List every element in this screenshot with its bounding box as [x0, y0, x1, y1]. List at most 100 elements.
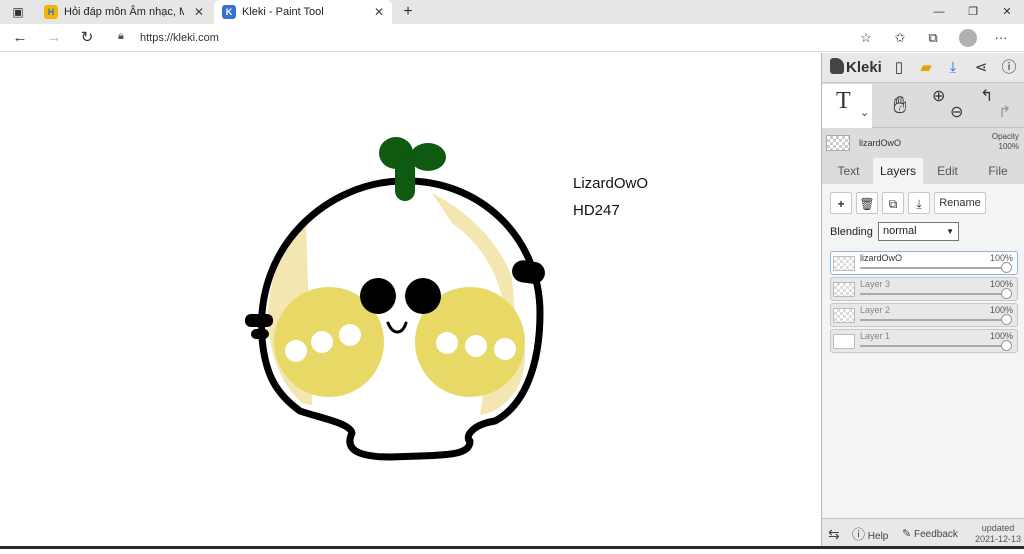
- layer-opacity-slider[interactable]: [860, 267, 1010, 269]
- layer-opacity-handle[interactable]: [1001, 288, 1012, 299]
- kleki-logo[interactable]: Kleki: [830, 58, 882, 76]
- duplicate-layer-icon[interactable]: ⧉: [882, 192, 904, 214]
- new-image-icon[interactable]: ▯: [888, 57, 910, 79]
- tab-layers[interactable]: Layers: [873, 158, 923, 184]
- zoom-in-icon[interactable]: ⊕: [932, 86, 945, 106]
- layer-item[interactable]: Layer 1 100%: [830, 329, 1018, 353]
- current-layer-preview: lizardOwO Opacity 100%: [822, 129, 1024, 157]
- updated-date: 2021-12-13: [974, 534, 1021, 544]
- help-circle-icon: ⓘ: [852, 527, 866, 542]
- tab-title: Kleki - Paint Tool: [242, 6, 324, 18]
- blending-value: normal: [883, 225, 917, 237]
- right-eye: [405, 278, 441, 314]
- layer-opacity-slider[interactable]: [860, 345, 1010, 347]
- left-cheek-dot: [311, 331, 333, 353]
- zoom-out-icon[interactable]: ⊖: [950, 102, 963, 122]
- layer-preview-thumbnail: [826, 135, 850, 151]
- tab-close-icon[interactable]: ✕: [194, 0, 204, 24]
- tab-hoi-dap[interactable]: H Hỏi đáp môn Âm nhạc, Mỹ thuật ✕: [36, 0, 212, 24]
- right-cheek-dot: [436, 332, 458, 354]
- maximize-button[interactable]: ❐: [956, 0, 990, 24]
- tool-dropdown-icon[interactable]: ⌄: [860, 106, 869, 119]
- tool-row: T ⌄ ✋︎ ⊕ ⊖ ↰ ↱: [822, 84, 1024, 128]
- more-icon[interactable]: ···: [990, 27, 1012, 49]
- layer-thumbnail: [833, 308, 855, 323]
- updated-info: updated 2021-12-13: [975, 523, 1021, 545]
- tab-kleki[interactable]: K Kleki - Paint Tool ✕: [214, 0, 392, 24]
- undo-icon[interactable]: ↰: [980, 86, 993, 106]
- merge-layer-icon[interactable]: ⤓: [908, 192, 930, 214]
- chevron-down-icon: ▼: [946, 227, 954, 236]
- left-ear: [245, 314, 273, 327]
- feedback-label: Feedback: [914, 529, 958, 540]
- share-icon[interactable]: ⋖: [970, 57, 992, 79]
- layer-opacity: 100%: [989, 305, 1013, 315]
- blending-label: Blending: [830, 226, 873, 238]
- layer-opacity: 100%: [989, 331, 1013, 341]
- layer-opacity-slider[interactable]: [860, 293, 1010, 295]
- tab-text[interactable]: Text: [826, 158, 871, 184]
- help-label: Help: [867, 531, 889, 542]
- layer-item[interactable]: Layer 2 100%: [830, 303, 1018, 327]
- feedback-icon: ✎: [902, 528, 912, 540]
- open-folder-icon[interactable]: ▰: [915, 57, 937, 79]
- canvas-text-name: LizardOwO: [573, 175, 649, 192]
- save-download-icon[interactable]: ⤓: [942, 57, 964, 79]
- tab-close-icon[interactable]: ✕: [374, 0, 384, 24]
- refresh-button[interactable]: ↻: [76, 27, 98, 49]
- layer-opacity: 100%: [989, 279, 1013, 289]
- sprout-stem: [395, 153, 415, 201]
- hoc247-favicon-icon: H: [44, 5, 58, 19]
- help-icon[interactable]: ⓘ: [998, 57, 1020, 79]
- address-bar-row: ← → ↻ 🔒︎ https://kleki.com ☆ ✩ ⧉ ···: [0, 24, 1024, 52]
- layer-name: Layer 3: [860, 279, 891, 289]
- current-layer-opacity: Opacity 100%: [992, 132, 1019, 152]
- text-tool-button[interactable]: T ⌄: [822, 84, 872, 128]
- profile-icon[interactable]: [959, 29, 977, 47]
- favorites-add-icon[interactable]: ☆: [855, 27, 877, 49]
- forward-button[interactable]: →: [43, 27, 65, 49]
- zoom-buttons: ⊕ ⊖: [926, 84, 966, 128]
- layer-item[interactable]: lizardOwO 100%: [830, 251, 1018, 275]
- new-tab-button[interactable]: +: [398, 0, 418, 24]
- left-cheek-dot: [285, 340, 307, 362]
- redo-icon[interactable]: ↱: [998, 102, 1011, 122]
- kleki-favicon-icon: K: [222, 5, 236, 19]
- current-layer-name: lizardOwO: [859, 138, 902, 148]
- back-button[interactable]: ←: [9, 27, 31, 49]
- minimize-button[interactable]: —: [922, 0, 956, 24]
- favorites-icon[interactable]: ✩: [889, 27, 911, 49]
- tab-edit[interactable]: Edit: [925, 158, 970, 184]
- tab-title: Hỏi đáp môn Âm nhạc, Mỹ thuật: [64, 6, 184, 18]
- layer-thumbnail: [833, 334, 855, 349]
- address-input[interactable]: 🔒︎ https://kleki.com: [110, 27, 880, 49]
- layer-item[interactable]: Layer 3 100%: [830, 277, 1018, 301]
- hand-tool-icon[interactable]: ✋︎: [880, 84, 920, 128]
- url-text: https://kleki.com: [140, 32, 219, 44]
- layer-opacity: 100%: [989, 253, 1013, 263]
- blending-select[interactable]: normal ▼: [878, 222, 959, 241]
- window-close-button[interactable]: ✕: [990, 0, 1024, 24]
- layer-name: Layer 2: [860, 305, 891, 315]
- sidebar-tabs: Text Layers Edit File: [822, 158, 1024, 184]
- lock-icon: 🔒︎: [118, 30, 124, 42]
- layer-opacity-handle[interactable]: [1001, 262, 1012, 273]
- history-buttons: ↰ ↱: [974, 84, 1020, 128]
- left-eye: [360, 278, 396, 314]
- collections-icon[interactable]: ⧉: [922, 27, 944, 49]
- rename-button[interactable]: Rename: [934, 192, 986, 214]
- layer-opacity-handle[interactable]: [1001, 340, 1012, 351]
- layer-thumbnail: [833, 256, 855, 271]
- right-cheek-dot: [465, 335, 487, 357]
- drawing-canvas[interactable]: LizardOwO HD247: [0, 53, 821, 549]
- opacity-value: 100%: [998, 142, 1019, 151]
- delete-layer-icon[interactable]: 🗑︎: [856, 192, 878, 214]
- tab-actions-icon[interactable]: ▣: [8, 4, 28, 20]
- tab-strip: ▣ H Hỏi đáp môn Âm nhạc, Mỹ thuật ✕ K Kl…: [0, 0, 1024, 24]
- add-layer-button[interactable]: +: [830, 192, 852, 214]
- layer-opacity-slider[interactable]: [860, 319, 1010, 321]
- drawing: [245, 137, 545, 461]
- sidebar-footer: ⇆ ⓘ Help ✎ Feedback updated 2021-12-13: [822, 518, 1024, 549]
- layer-opacity-handle[interactable]: [1001, 314, 1012, 325]
- tab-file[interactable]: File: [974, 158, 1022, 184]
